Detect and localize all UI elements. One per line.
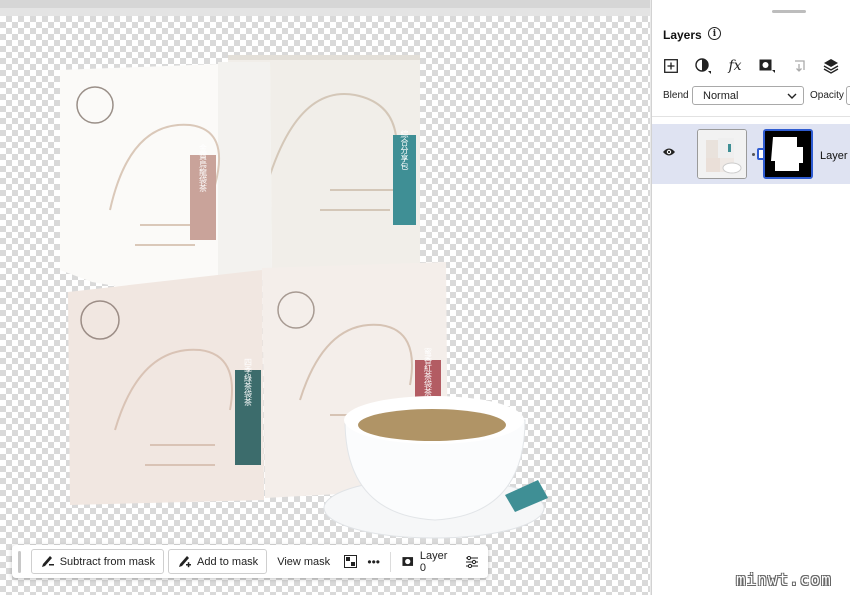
blend-mode-select[interactable]: Normal — [692, 86, 804, 105]
panel-divider — [652, 116, 850, 117]
add-to-mask-label: Add to mask — [197, 555, 259, 568]
layer-thumbnail[interactable] — [697, 129, 747, 179]
layer-selector[interactable]: Layer 0 — [396, 549, 458, 574]
visibility-eye-icon[interactable] — [662, 147, 676, 157]
layer-row[interactable]: Layer 0 — [652, 124, 850, 184]
layers-stack-icon[interactable] — [822, 57, 840, 75]
layer-mask-thumbnail[interactable] — [763, 129, 813, 179]
info-icon[interactable]: i — [708, 27, 721, 40]
brush-subtract-icon — [41, 555, 54, 567]
add-to-mask-button[interactable]: Add to mask — [168, 549, 268, 574]
adjustment-layer-icon[interactable] — [694, 57, 712, 75]
mask-toolbar: Subtract from mask Add to mask View mask… — [12, 545, 488, 578]
chevron-down-icon — [787, 93, 797, 99]
toolbar-divider — [389, 551, 391, 572]
box-front-right-label: 蜜香紅茶袋茶 — [424, 347, 433, 396]
box-back-right-label: 綜合分享包 — [400, 129, 409, 170]
panel-drag-handle[interactable] — [772, 10, 806, 13]
opacity-input[interactable] — [846, 86, 850, 105]
box-front-left-label: 四季綠茶袋茶 — [244, 358, 253, 406]
view-mask-button[interactable]: View mask — [271, 549, 336, 574]
tea-box-front-left: 四季綠茶袋茶 — [68, 270, 264, 505]
layer-mask-icon — [402, 557, 414, 566]
clip-layer-icon[interactable] — [790, 57, 808, 75]
adjust-settings-icon[interactable] — [462, 549, 482, 574]
toolbar-grip-handle[interactable] — [18, 550, 21, 573]
effects-fx-icon[interactable]: fx — [726, 57, 744, 75]
layer-name[interactable]: Layer 0 — [820, 150, 850, 162]
blend-label: Blend — [663, 90, 689, 101]
layer-actions-row: fx — [662, 57, 840, 75]
add-mask-icon[interactable] — [758, 57, 776, 75]
canvas-area[interactable]: 綜合分享包 金寶烏龍袋茶 蜜香紅茶袋茶 四季綠茶袋茶 Subtract from… — [0, 0, 650, 595]
mask-link-dot — [752, 153, 755, 156]
more-options-icon[interactable]: ••• — [364, 549, 384, 574]
opacity-label: Opacity — [810, 90, 844, 101]
subtract-from-mask-button[interactable]: Subtract from mask — [30, 549, 165, 574]
watermark-text: minwt.com — [736, 570, 832, 589]
panel-title: Layers — [663, 28, 702, 42]
product-photo: 綜合分享包 金寶烏龍袋茶 蜜香紅茶袋茶 四季綠茶袋茶 — [60, 55, 548, 539]
mask-options-icon[interactable] — [340, 549, 360, 574]
layer-selector-label: Layer 0 — [419, 549, 448, 574]
add-layer-icon[interactable] — [662, 57, 680, 75]
subtract-from-mask-label: Subtract from mask — [59, 555, 156, 568]
tea-cup — [323, 396, 548, 539]
blend-mode-value: Normal — [703, 89, 739, 102]
box-back-left-label: 金寶烏龍袋茶 — [199, 143, 208, 192]
brush-add-icon — [179, 555, 192, 567]
tea-box-back-left: 金寶烏龍袋茶 — [60, 62, 272, 303]
layers-panel: Layers i fx Blend Normal Opacity Layer — [651, 0, 850, 595]
